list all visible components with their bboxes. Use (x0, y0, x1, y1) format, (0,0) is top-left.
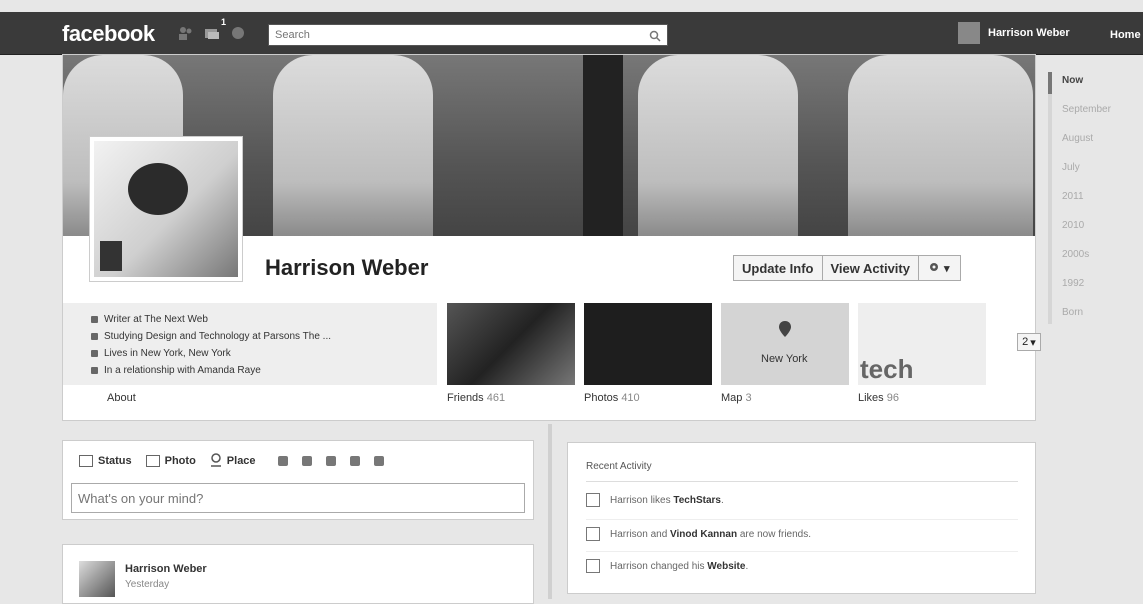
year-july[interactable]: July (1048, 157, 1143, 186)
year-1992[interactable]: 1992 (1048, 273, 1143, 302)
year-august[interactable]: August (1048, 128, 1143, 157)
update-info-button[interactable]: Update Info (733, 255, 823, 281)
activity-item[interactable]: Harrison and Vinod Kannan are now friend… (586, 527, 811, 541)
profile-actions: Update Info View Activity ▾ (733, 255, 961, 281)
pencil-icon (586, 559, 600, 573)
globe-icon[interactable] (230, 26, 246, 40)
year-2011[interactable]: 2011 (1048, 186, 1143, 215)
about-item: In a relationship with Amanda Raye (91, 362, 437, 379)
about-item: Writer at The Next Web (91, 311, 437, 328)
facebook-logo[interactable]: facebook (62, 21, 155, 47)
map-pin-icon (779, 321, 791, 342)
tab-photo[interactable]: Photo (145, 455, 196, 467)
photos-tile[interactable] (584, 303, 712, 385)
profile-header: Harrison Weber Update Info View Activity… (62, 54, 1041, 421)
home-link[interactable]: Home (1110, 29, 1141, 41)
search-box (268, 24, 668, 46)
status-composer: Status Photo Place (62, 440, 534, 520)
story-timestamp[interactable]: Yesterday (125, 579, 169, 590)
photos-label[interactable]: Photos 410 (584, 392, 640, 404)
settings-dropdown-button[interactable]: ▾ (918, 255, 961, 281)
user-name: Harrison Weber (988, 27, 1070, 39)
about-item: Lives in New York, New York (91, 345, 437, 362)
tab-place[interactable]: Place (210, 452, 256, 470)
notification-badge: 1 (220, 17, 226, 27)
education-icon (91, 333, 98, 340)
notification-jewels: 1 (178, 17, 246, 40)
heart-icon (91, 367, 98, 374)
chevron-down-icon: ▾ (943, 262, 950, 275)
friends-label[interactable]: Friends 461 (447, 392, 505, 404)
timeline-spine (548, 424, 552, 599)
divider (586, 481, 1018, 482)
user-avatar (958, 22, 980, 44)
activity-item[interactable]: Harrison likes TechStars. (586, 493, 724, 507)
top-navigation-bar: facebook 1 Harrison Weber Home (0, 12, 1143, 55)
life-event-work-icon[interactable] (277, 456, 288, 466)
timeline-year-navigation: Now September August July 2011 2010 2000… (1048, 70, 1143, 331)
year-september[interactable]: September (1048, 99, 1143, 128)
search-input[interactable] (269, 25, 651, 45)
photo-icon (145, 455, 160, 467)
story-author-avatar[interactable] (79, 561, 115, 597)
friends-tile[interactable] (447, 303, 575, 385)
divider (586, 519, 1018, 520)
user-profile-link[interactable]: Harrison Weber (958, 22, 1070, 44)
friends-icon (586, 527, 600, 541)
map-tile-label[interactable]: Map 3 (721, 392, 752, 404)
friend-requests-icon[interactable] (178, 26, 194, 40)
year-2010[interactable]: 2010 (1048, 215, 1143, 244)
life-event-health-icon[interactable] (349, 456, 360, 466)
home-icon (91, 350, 98, 357)
briefcase-icon (91, 316, 98, 323)
profile-name: Harrison Weber (265, 255, 429, 280)
about-summary[interactable]: Writer at The Next Web Studying Design a… (63, 303, 437, 385)
map-label: New York (761, 353, 808, 365)
recent-activity-box: Recent Activity Harrison likes TechStars… (567, 442, 1036, 594)
timeline-story: Harrison Weber Yesterday (62, 544, 534, 604)
status-icon (79, 455, 93, 467)
likes-tile-text: tech (860, 354, 914, 384)
status-input[interactable] (71, 483, 525, 513)
profile-picture[interactable] (89, 136, 243, 282)
tab-status[interactable]: Status (79, 455, 132, 467)
view-activity-button[interactable]: View Activity (822, 255, 919, 281)
year-now[interactable]: Now (1048, 70, 1143, 99)
life-event-heart-icon[interactable] (301, 456, 312, 466)
timeline-scrubber-track (1048, 72, 1052, 324)
gear-icon (929, 262, 939, 275)
chevron-down-icon: ▾ (1030, 336, 1036, 349)
place-pin-icon (210, 452, 222, 470)
map-tile[interactable]: New York (721, 303, 849, 385)
life-event-flag-icon[interactable] (373, 456, 384, 466)
about-label[interactable]: About (107, 392, 136, 404)
life-event-home-icon[interactable] (325, 456, 336, 466)
activity-item[interactable]: Harrison changed his Website. (586, 559, 748, 573)
divider (586, 551, 1018, 552)
likes-tile[interactable]: tech (858, 303, 986, 385)
about-item: Studying Design and Technology at Parson… (91, 328, 437, 345)
recent-activity-title: Recent Activity (586, 461, 652, 472)
likes-label[interactable]: Likes 96 (858, 392, 899, 404)
composer-tabs: Status Photo Place (63, 441, 533, 481)
like-icon (586, 493, 600, 507)
year-2000s[interactable]: 2000s (1048, 244, 1143, 273)
year-born[interactable]: Born (1048, 302, 1143, 331)
more-sections-button[interactable]: 2 ▾ (1017, 333, 1041, 351)
messages-icon[interactable]: 1 (204, 17, 226, 40)
search-icon[interactable] (649, 29, 661, 47)
timeline-scrubber-indicator (1048, 72, 1052, 94)
story-author-name[interactable]: Harrison Weber (125, 563, 207, 575)
